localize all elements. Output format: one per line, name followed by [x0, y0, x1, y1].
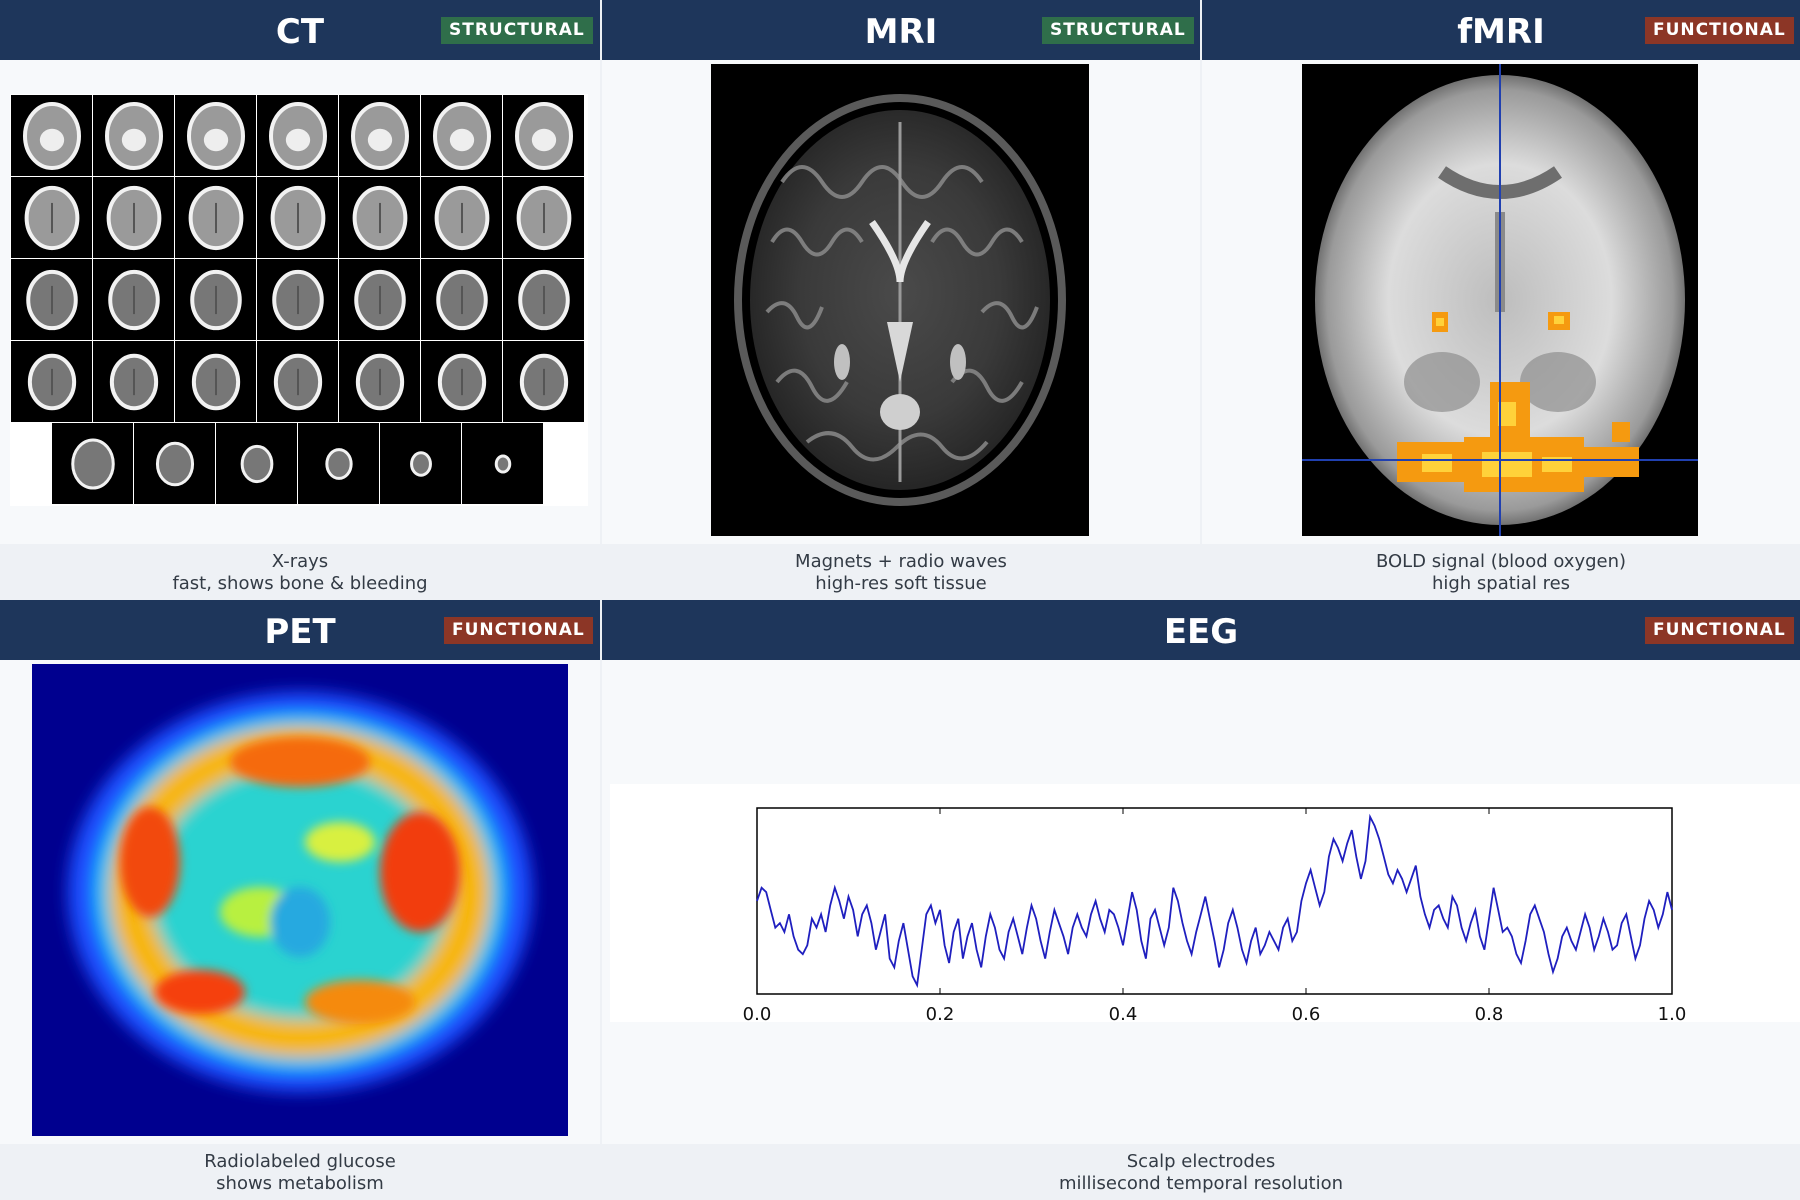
- eeg-chart-area: 0.0 0.2 0.4 0.6 0.8 1.0: [602, 662, 1800, 1140]
- mri-panel: MRI STRUCTURAL Magnets + radio waves hig…: [602, 0, 1200, 600]
- mri-brain-image: [711, 64, 1089, 536]
- eeg-x-tick-label: 0.8: [1475, 1004, 1504, 1025]
- fmri-caption: BOLD signal (blood oxygen) high spatial …: [1202, 544, 1800, 600]
- pet-caption-line-2: shows metabolism: [216, 1173, 384, 1194]
- ct-slice-thumbnail: [421, 341, 502, 422]
- ct-slice-thumbnail: [421, 95, 502, 176]
- ct-slice-thumbnail: [380, 423, 461, 504]
- ct-slice-thumbnail: [421, 259, 502, 340]
- mri-image-area: [602, 62, 1200, 540]
- eeg-caption: Scalp electrodes millisecond temporal re…: [602, 1144, 1800, 1200]
- ct-slice-thumbnail: [503, 95, 584, 176]
- mri-caption-line-1: Magnets + radio waves: [795, 551, 1007, 572]
- ct-slice-thumbnail: [93, 259, 174, 340]
- ct-caption: X-rays fast, shows bone & bleeding: [0, 544, 600, 600]
- fmri-image-area: [1202, 62, 1800, 540]
- ct-caption-line-1: X-rays: [271, 551, 329, 572]
- ct-slice-thumbnail: [216, 423, 297, 504]
- mri-caption: Magnets + radio waves high-res soft tiss…: [602, 544, 1200, 600]
- eeg-badge: FUNCTIONAL: [1645, 617, 1794, 644]
- eeg-x-tick-label: 0.6: [1292, 1004, 1321, 1025]
- eeg-x-tick-label: 0.2: [926, 1004, 955, 1025]
- ct-slice-thumbnail: [175, 95, 256, 176]
- eeg-header: EEG FUNCTIONAL: [602, 600, 1800, 660]
- pet-caption: Radiolabeled glucose shows metabolism: [0, 1144, 600, 1200]
- fmri-panel: fMRI FUNCTIONAL BOLD signal (blood oxyge…: [1202, 0, 1800, 600]
- ct-slice-thumbnail: [339, 95, 420, 176]
- ct-slice-thumbnail: [257, 95, 338, 176]
- ct-badge: STRUCTURAL: [441, 17, 593, 44]
- ct-slice-thumbnail: [175, 259, 256, 340]
- pet-image-area: [0, 662, 600, 1140]
- mri-header: MRI STRUCTURAL: [602, 0, 1200, 60]
- pet-header: PET FUNCTIONAL: [0, 600, 600, 660]
- eeg-title: EEG: [1163, 612, 1239, 652]
- ct-slice-thumbnail: [93, 95, 174, 176]
- ct-image-area: [0, 62, 600, 540]
- ct-slice-thumbnail: [11, 259, 92, 340]
- mri-caption-line-2: high-res soft tissue: [815, 573, 987, 594]
- ct-slice-thumbnail: [503, 177, 584, 258]
- ct-slice-thumbnail: [298, 423, 379, 504]
- ct-scan-grid: [10, 94, 588, 506]
- ct-slice-thumbnail: [339, 259, 420, 340]
- eeg-caption-line-1: Scalp electrodes: [1126, 1151, 1276, 1172]
- eeg-x-tick-label: 0.0: [743, 1004, 772, 1025]
- ct-caption-line-2: fast, shows bone & bleeding: [172, 573, 428, 594]
- ct-slice-thumbnail: [93, 177, 174, 258]
- ct-slice-thumbnail: [503, 341, 584, 422]
- fmri-caption-line-2: high spatial res: [1431, 573, 1571, 594]
- fmri-caption-line-1: BOLD signal (blood oxygen): [1375, 551, 1627, 572]
- eeg-panel: EEG FUNCTIONAL 0.0 0.2 0.4 0.6 0.8 1.0 Scalp …: [602, 600, 1800, 1200]
- ct-slice-thumbnail: [175, 341, 256, 422]
- pet-brain-image: [32, 664, 568, 1136]
- fmri-brain-image: [1302, 64, 1698, 536]
- fmri-badge: FUNCTIONAL: [1645, 17, 1794, 44]
- fmri-header: fMRI FUNCTIONAL: [1202, 0, 1800, 60]
- eeg-x-tick-label: 1.0: [1658, 1004, 1687, 1025]
- ct-slice-thumbnail: [339, 177, 420, 258]
- eeg-caption-line-2: millisecond temporal resolution: [1058, 1173, 1344, 1194]
- ct-slice-thumbnail: [462, 423, 543, 504]
- ct-slice-thumbnail: [11, 95, 92, 176]
- ct-slice-thumbnail: [11, 177, 92, 258]
- ct-slice-thumbnail: [257, 259, 338, 340]
- pet-caption-line-1: Radiolabeled glucose: [204, 1151, 396, 1172]
- ct-slice-thumbnail: [52, 423, 133, 504]
- ct-slice-thumbnail: [339, 341, 420, 422]
- ct-slice-thumbnail: [11, 341, 92, 422]
- ct-slice-thumbnail: [134, 423, 215, 504]
- ct-slice-thumbnail: [421, 177, 502, 258]
- mri-badge: STRUCTURAL: [1042, 17, 1194, 44]
- ct-slice-thumbnail: [175, 177, 256, 258]
- ct-slice-thumbnail: [503, 259, 584, 340]
- eeg-chart: 0.0 0.2 0.4 0.6 0.8 1.0: [610, 784, 1800, 1025]
- ct-slice-thumbnail: [257, 341, 338, 422]
- ct-slice-thumbnail: [257, 177, 338, 258]
- pet-badge: FUNCTIONAL: [444, 617, 593, 644]
- ct-header: CT STRUCTURAL: [0, 0, 600, 60]
- ct-panel: CT STRUCTURAL X-rays fast, shows bone & …: [0, 0, 600, 600]
- ct-slice-thumbnail: [93, 341, 174, 422]
- eeg-x-tick-label: 0.4: [1109, 1004, 1138, 1025]
- pet-panel: PET FUNCTIONAL Radiolabeled glucose show…: [0, 600, 600, 1200]
